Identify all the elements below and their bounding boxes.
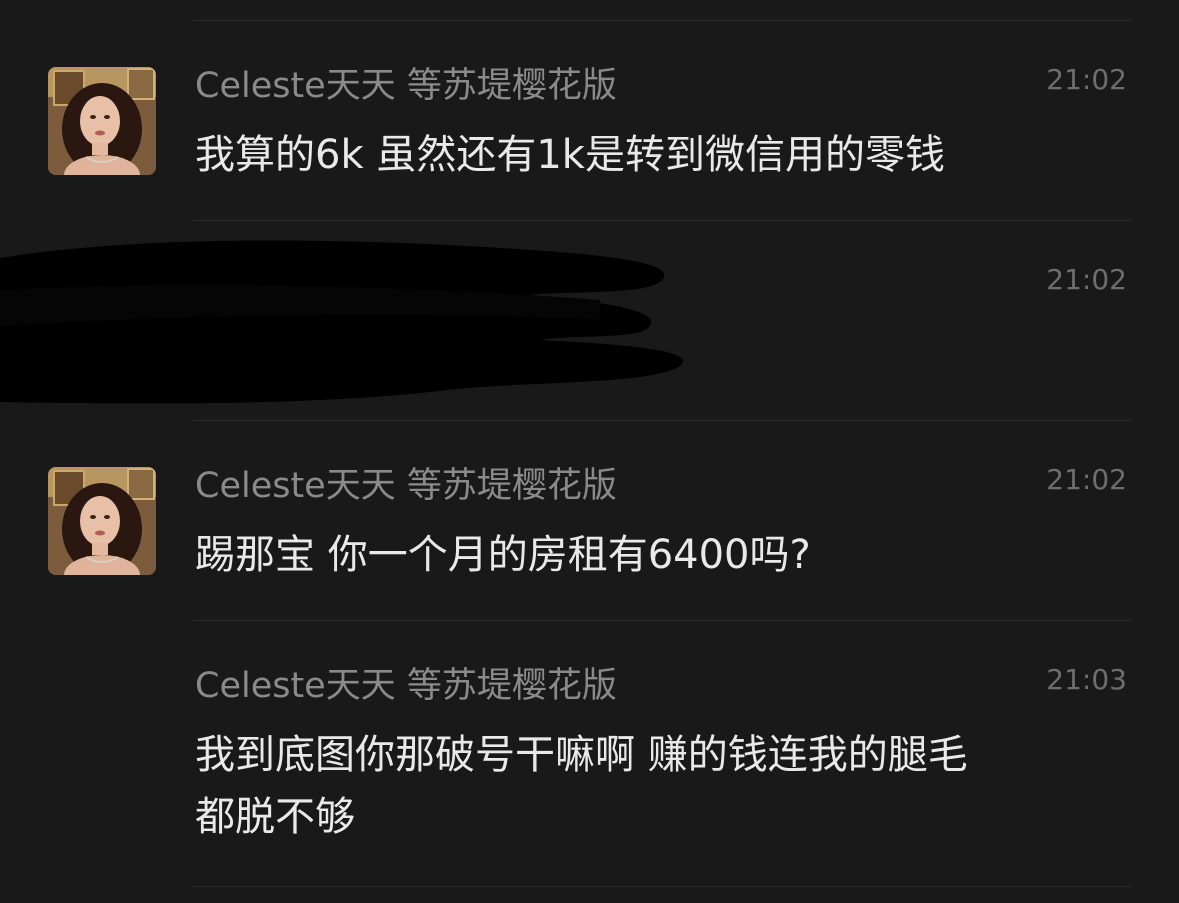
divider [193, 886, 1131, 887]
message-time: 21:02 [1046, 63, 1127, 96]
divider [193, 620, 1131, 621]
divider [193, 420, 1131, 421]
avatar[interactable] [48, 67, 156, 175]
message-time: 21:02 [1046, 463, 1127, 496]
chat-message-list[interactable]: Celeste天天 等苏堤樱花版 21:02 我算的6k 虽然还有1k是转到微信… [0, 0, 1179, 903]
woman-portrait-icon [48, 67, 156, 175]
message-text: 踢那宝 你一个月的房租有6400吗? [195, 532, 811, 578]
woman-portrait-icon [48, 467, 156, 575]
redaction-scribble [0, 240, 684, 404]
divider [193, 20, 1131, 21]
avatar[interactable] [48, 467, 156, 575]
sender-name: Celeste天天 等苏堤樱花版 [195, 666, 617, 706]
sender-name: Celeste天天 等苏堤樱花版 [195, 466, 617, 506]
sender-name: Celeste天天 等苏堤樱花版 [195, 66, 617, 106]
message-time: 21:03 [1046, 663, 1127, 696]
message-text: 我到底图你那破号干嘛啊 赚的钱连我的腿毛 都脱不够 [195, 732, 968, 840]
divider [193, 220, 1131, 221]
message-time: 21:02 [1046, 263, 1127, 296]
message-text: 我算的6k 虽然还有1k是转到微信用的零钱 [195, 132, 945, 178]
